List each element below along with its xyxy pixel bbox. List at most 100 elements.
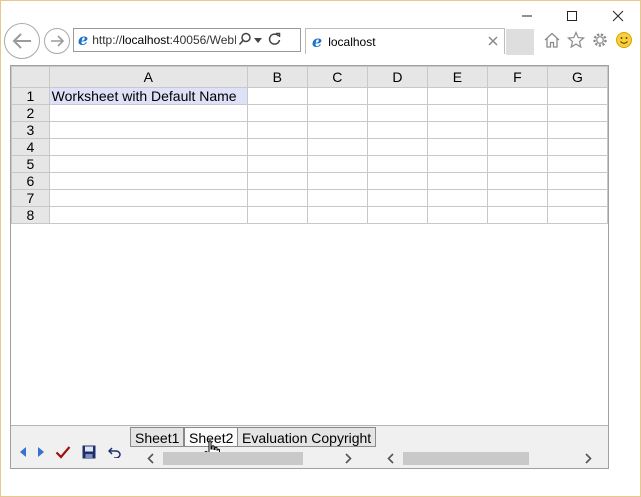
cell[interactable]	[486, 121, 548, 139]
scrollbar-thumb[interactable]	[163, 452, 303, 465]
cell[interactable]	[486, 206, 548, 224]
cell[interactable]	[426, 121, 488, 139]
row-header-5[interactable]: 5	[11, 155, 50, 173]
cell[interactable]	[48, 189, 248, 207]
cell[interactable]	[426, 206, 488, 224]
grid-horizontal-scrollbar[interactable]	[381, 450, 597, 466]
cell[interactable]	[546, 172, 608, 190]
cell-a1[interactable]: Worksheet with Default Name	[48, 87, 248, 105]
row-header-4[interactable]: 4	[11, 138, 50, 156]
cell[interactable]	[306, 87, 368, 105]
cell[interactable]	[486, 155, 548, 173]
sheet-tabs-scrollbar[interactable]	[141, 450, 357, 466]
cell[interactable]	[246, 87, 308, 105]
cell[interactable]	[366, 189, 428, 207]
cell[interactable]	[546, 138, 608, 156]
browser-tab[interactable]: e localhost	[305, 28, 505, 54]
cell[interactable]	[486, 138, 548, 156]
cell[interactable]	[426, 87, 488, 105]
undo-icon[interactable]	[107, 444, 123, 460]
cell[interactable]	[426, 155, 488, 173]
next-sheet-icon[interactable]	[33, 444, 49, 460]
cell[interactable]	[546, 104, 608, 122]
cell[interactable]	[546, 206, 608, 224]
cell[interactable]	[366, 87, 428, 105]
cell[interactable]	[546, 189, 608, 207]
cell[interactable]	[306, 155, 368, 173]
scroll-right-icon[interactable]	[581, 450, 595, 466]
cell[interactable]	[486, 189, 548, 207]
address-bar[interactable]: e http://localhost:40056/WebF	[73, 28, 301, 52]
column-header-a[interactable]: A	[48, 66, 248, 88]
cell[interactable]	[546, 121, 608, 139]
scroll-left-icon[interactable]	[143, 450, 157, 466]
cell[interactable]	[486, 104, 548, 122]
cell[interactable]	[306, 121, 368, 139]
cell[interactable]	[246, 104, 308, 122]
cell[interactable]	[48, 138, 248, 156]
maximize-button[interactable]	[549, 3, 595, 29]
close-tab-icon[interactable]	[488, 35, 498, 49]
star-icon[interactable]	[566, 30, 586, 50]
column-header-c[interactable]: C	[306, 66, 368, 88]
cell[interactable]	[546, 155, 608, 173]
scrollbar-thumb[interactable]	[403, 452, 529, 465]
cell[interactable]	[366, 138, 428, 156]
smiley-icon[interactable]	[614, 30, 634, 50]
cell[interactable]	[246, 189, 308, 207]
sheet-tab-sheet1[interactable]: Sheet1	[130, 427, 185, 447]
cell[interactable]	[246, 138, 308, 156]
cell[interactable]	[246, 155, 308, 173]
refresh-icon[interactable]	[268, 32, 281, 48]
back-button[interactable]	[4, 23, 40, 59]
cell[interactable]	[306, 172, 368, 190]
gear-icon[interactable]	[590, 30, 610, 50]
grid-corner[interactable]	[11, 66, 50, 88]
dropdown-arrow-icon[interactable]	[254, 33, 263, 47]
cell[interactable]	[306, 104, 368, 122]
cell[interactable]	[366, 121, 428, 139]
cell[interactable]	[246, 172, 308, 190]
cell[interactable]	[306, 138, 368, 156]
scroll-right-icon[interactable]	[341, 450, 355, 466]
new-tab-button[interactable]	[506, 29, 534, 55]
previous-sheet-icon[interactable]	[15, 444, 31, 460]
row-header-8[interactable]: 8	[11, 206, 50, 224]
save-icon[interactable]	[81, 444, 97, 460]
cell[interactable]	[246, 121, 308, 139]
cell[interactable]	[48, 172, 248, 190]
cell[interactable]	[486, 87, 548, 105]
search-icon[interactable]	[238, 32, 252, 49]
checkmark-icon[interactable]	[55, 444, 71, 460]
cell[interactable]	[48, 206, 248, 224]
cell[interactable]	[426, 172, 488, 190]
column-header-f[interactable]: F	[486, 66, 548, 88]
scroll-left-icon[interactable]	[383, 450, 397, 466]
sheet-tab-evaluation-copyright[interactable]: Evaluation Copyright	[237, 427, 377, 447]
cell[interactable]	[246, 206, 308, 224]
forward-button[interactable]	[44, 28, 70, 54]
column-header-e[interactable]: E	[426, 66, 488, 88]
cell[interactable]	[366, 206, 428, 224]
cell[interactable]	[48, 121, 248, 139]
column-header-b[interactable]: B	[246, 66, 308, 88]
row-header-7[interactable]: 7	[11, 189, 50, 207]
cell[interactable]	[48, 104, 248, 122]
row-header-2[interactable]: 2	[11, 104, 50, 122]
cell[interactable]	[426, 104, 488, 122]
cell[interactable]	[546, 87, 608, 105]
cell[interactable]	[486, 172, 548, 190]
row-header-1[interactable]: 1	[11, 87, 50, 105]
minimize-button[interactable]	[504, 3, 550, 29]
column-header-g[interactable]: G	[546, 66, 608, 88]
cell[interactable]	[426, 189, 488, 207]
row-header-6[interactable]: 6	[11, 172, 50, 190]
address-url[interactable]: http://localhost:40056/WebF	[92, 33, 236, 47]
cell[interactable]	[306, 189, 368, 207]
cell[interactable]	[48, 155, 248, 173]
cell[interactable]	[306, 206, 368, 224]
close-window-button[interactable]	[595, 3, 641, 29]
home-icon[interactable]	[542, 30, 562, 50]
cell[interactable]	[366, 172, 428, 190]
row-header-3[interactable]: 3	[11, 121, 50, 139]
